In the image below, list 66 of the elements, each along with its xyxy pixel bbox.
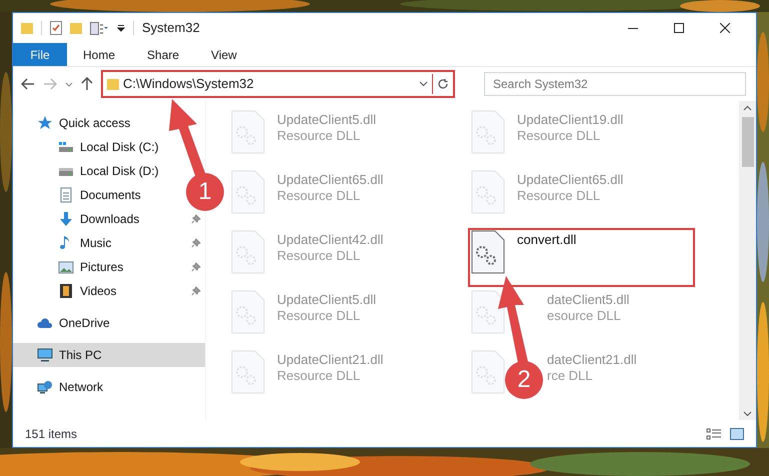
sidebar-item[interactable]: Pictures <box>13 255 205 279</box>
gear-file-icon <box>231 170 265 214</box>
gear-file-icon <box>231 290 265 334</box>
gear-file-icon <box>471 290 505 334</box>
window-title: System32 <box>142 19 200 38</box>
file-type: Resource DLL <box>277 188 362 204</box>
recent-chevron-icon[interactable] <box>65 82 73 86</box>
scrollbar[interactable] <box>739 101 756 420</box>
file-type: Resource DLL <box>517 128 602 144</box>
scroll-thumb[interactable] <box>742 117 754 167</box>
file-type: Resource DLL <box>277 248 362 264</box>
sidebar-item[interactable]: OneDrive <box>13 311 205 335</box>
gear-file-icon <box>471 230 505 274</box>
picture-icon <box>58 259 74 275</box>
gear-file-icon <box>231 350 265 394</box>
up-arrow-icon[interactable] <box>81 77 93 91</box>
file-type: Resource DLL <box>277 368 362 384</box>
sidebar-item[interactable]: Network <box>13 375 205 399</box>
properties-icon <box>90 22 109 34</box>
refresh-icon[interactable] <box>437 78 449 90</box>
document-icon <box>58 187 74 203</box>
monitor-icon <box>37 347 53 363</box>
address-bar[interactable]: C:\Windows\System32 <box>101 70 455 98</box>
file-type: Resource DLL <box>517 188 602 204</box>
details-view-icon[interactable] <box>706 428 722 440</box>
folder-icon <box>21 22 33 34</box>
large-icons-view-icon[interactable] <box>730 428 744 440</box>
ribbon-tab[interactable]: Home <box>67 43 132 66</box>
sidebar-item[interactable]: Quick access <box>13 111 205 135</box>
down-arrow-icon <box>58 211 74 227</box>
checklist-icon <box>50 21 62 35</box>
network-icon <box>37 379 53 395</box>
gear-file-icon <box>231 230 265 274</box>
back-arrow-icon[interactable] <box>21 78 35 90</box>
sidebar-item[interactable]: Music <box>13 231 205 255</box>
folder-icon <box>107 78 119 90</box>
gear-file-icon <box>231 110 265 154</box>
maximize-icon <box>674 23 684 33</box>
sidebar-item[interactable]: Videos <box>13 279 205 303</box>
file-menu-button[interactable]: File <box>13 43 67 66</box>
sidebar-item[interactable]: Local Disk (D:) <box>13 159 173 183</box>
sidebar-item[interactable]: Documents <box>13 183 173 207</box>
scroll-up-icon[interactable] <box>743 105 752 111</box>
star-icon <box>37 115 53 131</box>
search-field[interactable]: Search System32 <box>484 72 746 96</box>
dropdown-chevron-icon[interactable] <box>419 81 428 87</box>
item-count: 151 items <box>25 426 78 442</box>
film-icon <box>58 283 74 299</box>
ribbon-tab[interactable]: Share <box>131 43 196 66</box>
file-type: rce DLL <box>547 368 594 384</box>
close-icon <box>720 23 730 33</box>
drive-icon <box>58 139 74 155</box>
customize-arrow-icon[interactable] <box>117 24 125 32</box>
folder-icon <box>70 22 82 34</box>
gear-file-icon <box>471 170 505 214</box>
ribbon-tab[interactable]: View <box>195 43 253 66</box>
sidebar-item[interactable]: Local Disk (C:) <box>13 135 173 159</box>
sidebar-item[interactable]: This PC <box>13 343 205 367</box>
file-type: Resource DLL <box>277 128 362 144</box>
gear-file-icon <box>471 350 505 394</box>
address-text: C:\Windows\System32 <box>123 75 254 94</box>
file-type: Resource DLL <box>277 308 362 324</box>
file-name[interactable]: convert.dll <box>517 232 576 248</box>
gear-file-icon <box>471 110 505 154</box>
file-type: esource DLL <box>547 308 622 324</box>
scroll-down-icon[interactable] <box>743 411 752 417</box>
